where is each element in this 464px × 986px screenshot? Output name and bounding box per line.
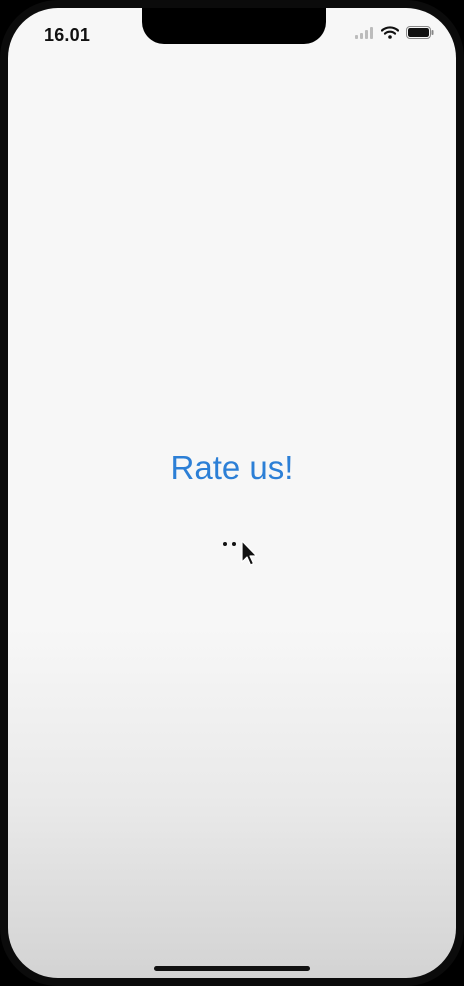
camera-notch [142, 8, 326, 44]
device-frame: 16.01 Rate us! [0, 0, 464, 986]
activity-dot [232, 542, 236, 546]
status-time: 16.01 [44, 25, 91, 45]
activity-dot [223, 542, 227, 546]
activity-dots-icon [223, 542, 236, 546]
rate-us-button[interactable]: Rate us! [8, 448, 456, 488]
app-screen: 16.01 Rate us! [8, 8, 456, 978]
status-icons [355, 26, 434, 39]
wifi-icon [381, 26, 399, 39]
mouse-pointer-icon [241, 540, 258, 566]
battery-icon [406, 26, 434, 39]
cellular-signal-icon [355, 26, 373, 39]
home-indicator[interactable] [154, 966, 310, 971]
